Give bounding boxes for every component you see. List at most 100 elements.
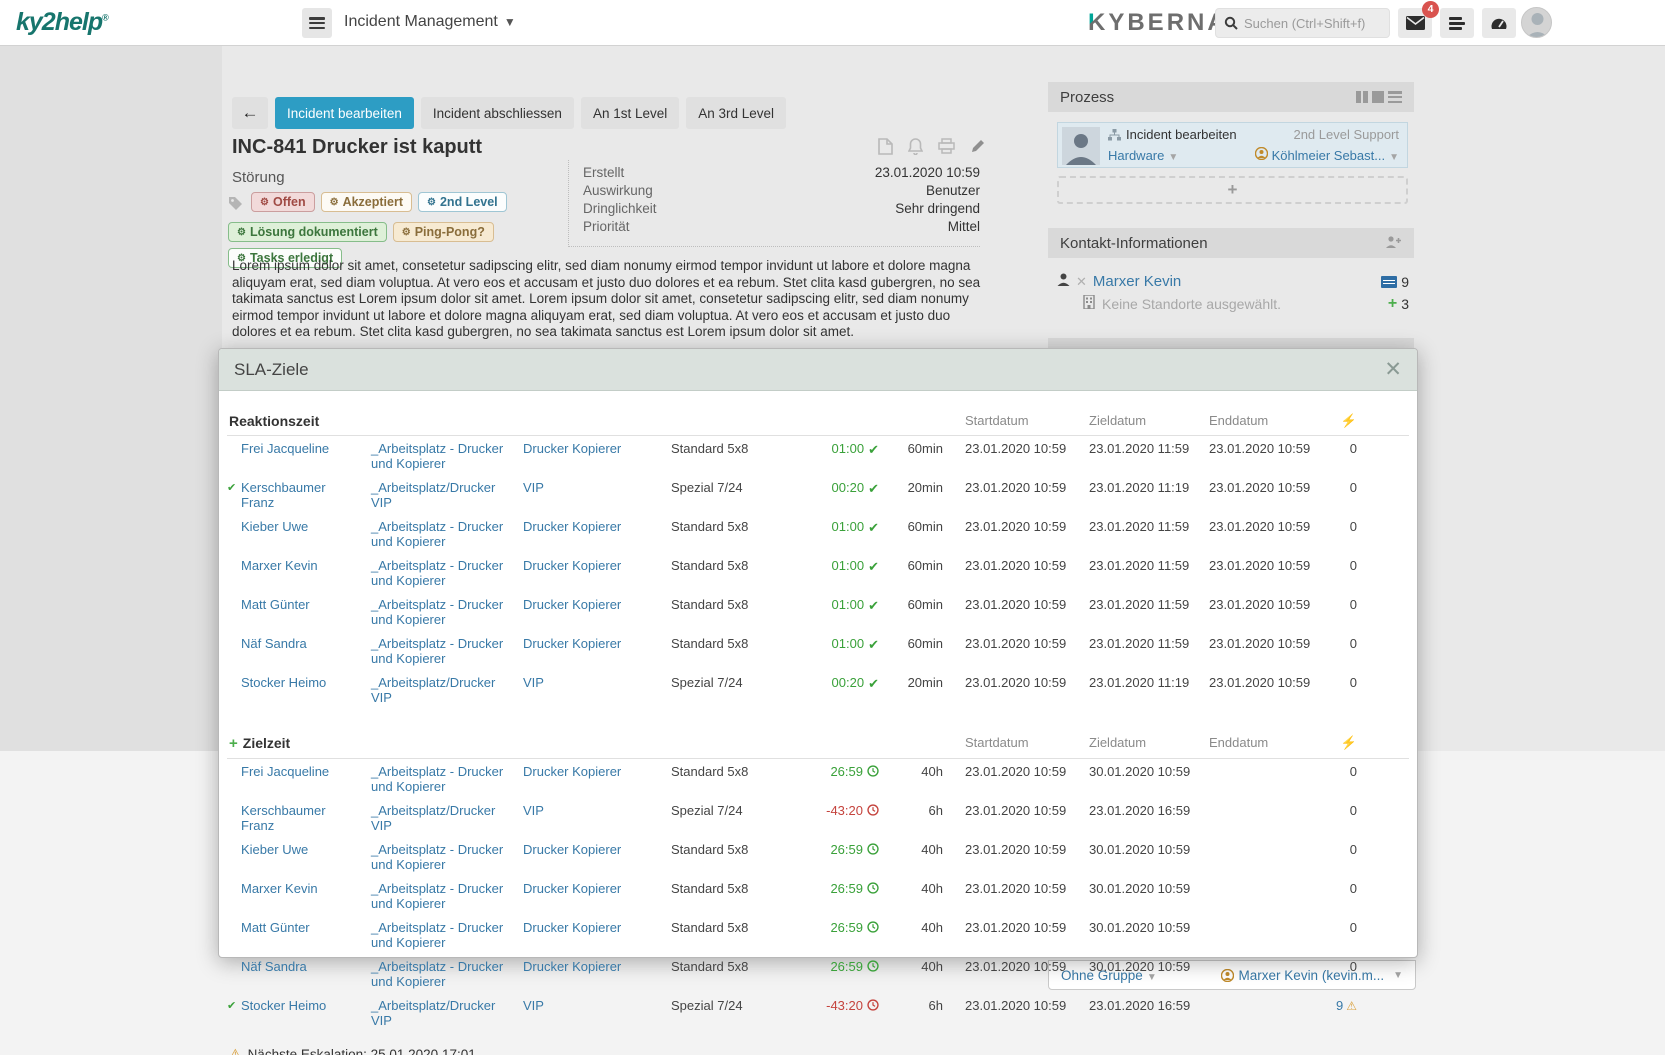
back-button[interactable]: ← [232,97,268,129]
sla-subcategory-link[interactable]: Drucker Kopierer [523,519,671,534]
sla-subcategory-link[interactable]: VIP [523,480,671,495]
row-check-icon [227,803,241,804]
printer-icon[interactable] [938,138,955,160]
escalation-value: 0 [1350,764,1357,779]
sla-subcategory-link[interactable]: Drucker Kopierer [523,842,671,857]
contact-name-link[interactable]: Marxer Kevin [1093,273,1181,290]
close-icon[interactable]: ✕ [1384,359,1402,380]
tag-akzeptiert[interactable]: ⚙Akzeptiert [321,192,412,212]
sla-subcategory-link[interactable]: Drucker Kopierer [523,764,671,779]
sla-subcategory-link[interactable]: Drucker Kopierer [523,920,671,935]
remove-contact-icon[interactable]: ✕ [1076,274,1087,290]
search-icon [1224,16,1238,30]
sla-category-link[interactable]: _Arbeitsplatz/Drucker VIP [371,675,523,705]
sla-person-link[interactable]: Frei Jacqueline [241,441,371,456]
tag-l-sung-dokumentiert[interactable]: ⚙Lösung dokumentiert [228,222,387,242]
escalation-value: 0 [1350,920,1357,935]
sla-category-link[interactable]: _Arbeitsplatz - Drucker und Kopierer [371,959,523,989]
ticket-table-icon[interactable] [1381,276,1397,288]
sla-subcategory-link[interactable]: Drucker Kopierer [523,597,671,612]
sla-category-link[interactable]: _Arbeitsplatz - Drucker und Kopierer [371,519,523,549]
sla-person-link[interactable]: Kieber Uwe [241,519,371,534]
row-check-icon [227,519,241,520]
sla-subcategory-link[interactable]: Drucker Kopierer [523,881,671,896]
sla-category-link[interactable]: _Arbeitsplatz - Drucker und Kopierer [371,636,523,666]
sla-subcategory-link[interactable]: VIP [523,998,671,1013]
sla-subcategory-link[interactable]: Drucker Kopierer [523,558,671,573]
dashboard-button[interactable] [1482,8,1516,38]
list-icon [1449,15,1465,32]
sla-subcategory-link[interactable]: Drucker Kopierer [523,959,671,974]
sla-subcategory-link[interactable]: VIP [523,675,671,690]
view-toggle-icons[interactable] [1356,91,1402,103]
hamburger-menu-button[interactable] [302,8,332,38]
tag-2nd-level[interactable]: ⚙2nd Level [418,192,507,212]
sla-person-link[interactable]: Näf Sandra [241,959,371,974]
columns-view-icon[interactable] [1356,91,1368,103]
tag-offen[interactable]: ⚙Offen [251,192,315,212]
sla-escalation-count: 0 [1317,597,1357,612]
user-avatar[interactable] [1521,7,1552,38]
add-plus-icon[interactable]: + [1388,295,1397,313]
building-icon [1083,295,1095,313]
escalation-value: 0 [1350,597,1357,612]
sla-person-link[interactable]: Marxer Kevin [241,881,371,896]
sla-category-link[interactable]: _Arbeitsplatz/Drucker VIP [371,480,523,510]
sla-category-link[interactable]: _Arbeitsplatz - Drucker und Kopierer [371,881,523,911]
plus-icon: + [229,735,238,752]
sla-start-date: 23.01.2020 10:59 [943,441,1077,456]
sla-category-link[interactable]: _Arbeitsplatz - Drucker und Kopierer [371,558,523,588]
search-input[interactable] [1244,16,1384,31]
sla-person-link[interactable]: Matt Günter [241,920,371,935]
tag-label: Ping-Pong? [415,225,485,239]
sla-start-date: 23.01.2020 10:59 [943,764,1077,779]
document-icon[interactable] [878,138,893,160]
sla-type: Standard 5x8 [671,842,799,857]
escalation-value: 0 [1350,675,1357,690]
action-button-incident-bearbeiten[interactable]: Incident bearbeiten [275,97,414,129]
process-category-dropdown[interactable]: Hardware▼ [1108,148,1178,163]
sla-row-n-f-sandra: Näf Sandra_Arbeitsplatz - Drucker und Ko… [227,631,1409,670]
sla-subcategory-link[interactable]: Drucker Kopierer [523,441,671,456]
edit-pencil-icon[interactable] [970,138,986,160]
sla-escalation-count: 0 [1317,441,1357,456]
add-contact-icon[interactable] [1385,235,1402,252]
bell-icon[interactable] [908,138,923,160]
sla-duration: 20min [881,675,943,690]
sla-category-link[interactable]: _Arbeitsplatz - Drucker und Kopierer [371,764,523,794]
sla-person-link[interactable]: Stocker Heimo [241,675,371,690]
sla-category-link[interactable]: _Arbeitsplatz - Drucker und Kopierer [371,441,523,471]
sla-person-link[interactable]: Kerschbaumer Franz [241,480,371,510]
sla-person-link[interactable]: Marxer Kevin [241,558,371,573]
sla-target-date: 30.01.2020 10:59 [1077,881,1197,896]
sla-subcategory-link[interactable]: Drucker Kopierer [523,636,671,651]
row-check-icon: ✔ [227,998,241,1014]
card-view-icon[interactable] [1372,91,1384,103]
sla-person-link[interactable]: Stocker Heimo [241,998,371,1013]
mail-button[interactable]: 4 [1398,8,1432,38]
action-button-an-1st-level[interactable]: An 1st Level [581,97,679,129]
sla-target-date: 23.01.2020 11:59 [1077,636,1197,651]
tag-ping-pong[interactable]: ⚙Ping-Pong? [393,222,494,242]
sla-category-link[interactable]: _Arbeitsplatz - Drucker und Kopierer [371,920,523,950]
sla-category-link[interactable]: _Arbeitsplatz/Drucker VIP [371,998,523,1028]
sla-person-link[interactable]: Frei Jacqueline [241,764,371,779]
row-check-icon [227,764,241,765]
sla-category-link[interactable]: _Arbeitsplatz/Drucker VIP [371,803,523,833]
sla-subcategory-link[interactable]: VIP [523,803,671,818]
process-step-card[interactable]: Incident bearbeiten 2nd Level Support Ha… [1057,122,1408,168]
action-button-incident-abschliessen[interactable]: Incident abschliessen [421,97,574,129]
sla-person-link[interactable]: Matt Günter [241,597,371,612]
action-button-an-3rd-level[interactable]: An 3rd Level [686,97,786,129]
list-view-icon[interactable] [1388,91,1402,103]
sla-end-date: 23.01.2020 10:59 [1197,675,1317,690]
add-process-step-button[interactable]: + [1057,176,1408,204]
sla-person-link[interactable]: Näf Sandra [241,636,371,651]
app-menu-dropdown[interactable]: Incident Management▼ [344,13,516,31]
process-assignee-dropdown[interactable]: Köhlmeier Sebast...▼ [1255,147,1399,163]
sla-category-link[interactable]: _Arbeitsplatz - Drucker und Kopierer [371,597,523,627]
sla-person-link[interactable]: Kerschbaumer Franz [241,803,371,833]
sla-category-link[interactable]: _Arbeitsplatz - Drucker und Kopierer [371,842,523,872]
sla-person-link[interactable]: Kieber Uwe [241,842,371,857]
queue-list-button[interactable] [1440,8,1474,38]
